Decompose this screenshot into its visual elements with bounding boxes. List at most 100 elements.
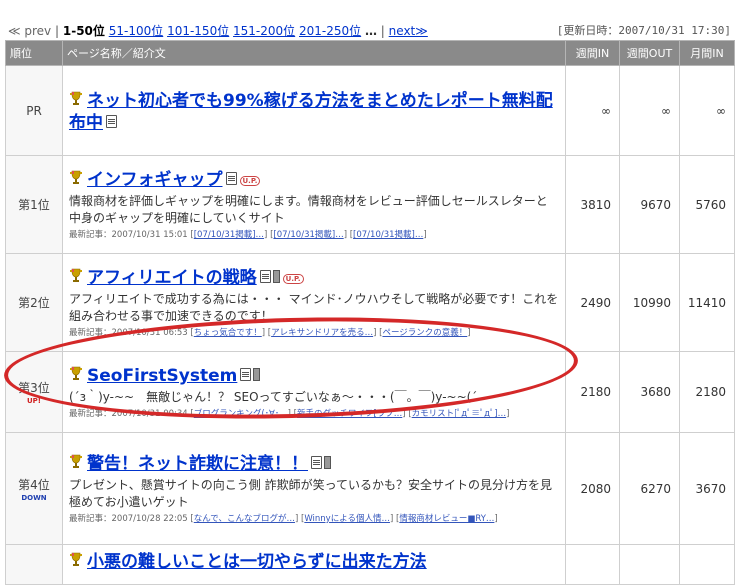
site-title-link[interactable]: 小悪の難しいことは一切やらずに出来た方法: [87, 552, 427, 572]
site-info-cell: SeoFirstSystem (´з｀)y-~~ 無敵じゃん！？ SEOってすご…: [62, 351, 566, 433]
recent-article-link[interactable]: なんで、こんなブログが…: [194, 514, 295, 524]
month-in-cell: 2180: [679, 351, 735, 433]
site-info-cell: ネット初心者でも99%稼げる方法をまとめたレポート無料配布中: [62, 65, 566, 156]
recent-article-link[interactable]: 新手のダッチワイフ[ラブ…: [297, 409, 402, 419]
site-description: 情報商材を評価しギャップを明確にします。情報商材をレビュー評価しセールスレターと…: [69, 194, 548, 225]
site-description: アフィリエイトで成功する為には・・・ マインド･ノウハウそして戦略が必要です！こ…: [69, 292, 559, 323]
page-link-51-100[interactable]: 51-100位: [109, 24, 164, 38]
table-row: 第4位 DOWN 警告！ネット詐欺に注意！！ プレゼント、懸賞サイトの向こう側 …: [5, 432, 735, 545]
mobile-icon: [324, 456, 331, 469]
rank-label: 第4位: [18, 477, 50, 492]
table-row: 小悪の難しいことは一切やらずに出来た方法: [5, 544, 735, 585]
column-header-month-in: 月間IN: [679, 40, 735, 66]
rank-down-icon: DOWN: [21, 493, 47, 502]
table-row: 第1位 インフォギャップ U.P. 情報商材を評価しギャップを明確にします。情報商…: [5, 155, 735, 254]
recent-label: 最新記事：2007/10/31 00:34: [69, 409, 188, 419]
rank-cell: 第2位: [5, 253, 63, 352]
prev-link: ≪ prev: [8, 24, 52, 38]
site-title-link[interactable]: SeoFirstSystem: [87, 366, 237, 386]
month-in-cell: 3670: [679, 432, 735, 545]
week-out-cell: 3680: [619, 351, 680, 433]
month-in-cell: [679, 544, 735, 585]
rank-label: 第3位: [18, 381, 50, 395]
trophy-icon: [70, 268, 82, 282]
site-title-link[interactable]: ネット初心者でも99%稼げる方法をまとめたレポート無料配布中: [69, 91, 553, 133]
column-header-week-in: 週間IN: [565, 40, 620, 66]
site-info-cell: 小悪の難しいことは一切やらずに出来た方法: [62, 544, 566, 585]
column-header-rank: 順位: [5, 40, 63, 66]
recent-label: 最新記事：2007/10/31 15:01: [69, 230, 188, 240]
site-title: 小悪の難しいことは一切やらずに出来た方法: [69, 551, 559, 573]
page-link-151-200[interactable]: 151-200位: [233, 24, 295, 38]
week-in-cell: [565, 544, 620, 585]
rank-cell: 第1位: [5, 155, 63, 254]
week-in-cell: 2180: [565, 351, 620, 433]
pager-ellipsis: …: [364, 24, 377, 38]
mobile-icon: [253, 368, 261, 381]
table-row: PR ネット初心者でも99%稼げる方法をまとめたレポート無料配布中 ∞ ∞ ∞: [5, 65, 735, 156]
recent-article-link[interactable]: ちょっ気合です！: [194, 328, 262, 338]
rank-cell: 第4位 DOWN: [5, 432, 63, 545]
week-out-cell: ∞: [619, 65, 680, 156]
week-out-cell: 9670: [619, 155, 680, 254]
site-title: 警告！ネット詐欺に注意！！: [69, 453, 559, 475]
page-link-201-250[interactable]: 201-250位: [299, 24, 361, 38]
detail-icon: [225, 172, 237, 185]
trophy-icon: [70, 454, 82, 468]
site-title-link[interactable]: アフィリエイトの戦略: [87, 268, 257, 288]
pager-separator: |: [54, 24, 60, 38]
last-updated: [更新日時：2007/10/31 17:30]: [556, 24, 731, 37]
recent-articles: 最新記事：2007/10/31 15:01 [[07/10/31掲載]…] [[…: [69, 230, 427, 240]
pagination: ≪ prev | 1-50位 51-100位 101-150位 151-200位…: [8, 22, 428, 39]
pager-separator-2: |: [380, 24, 385, 38]
site-title-link[interactable]: 警告！ネット詐欺に注意！！: [87, 454, 308, 474]
top-bar: ≪ prev | 1-50位 51-100位 101-150位 151-200位…: [0, 0, 739, 40]
site-description: (´з｀)y-~~ 無敵じゃん！？ SEOってすごいなぁ～・・・(￣。￣)y-~…: [69, 390, 478, 404]
site-info-cell: インフォギャップ U.P. 情報商材を評価しギャップを明確にします。情報商材をレビ…: [62, 155, 566, 254]
recent-article-link[interactable]: [07/10/31掲載]…: [194, 230, 264, 240]
detail-icon: [311, 456, 322, 469]
recent-article-link[interactable]: ページランクの意義！: [382, 328, 467, 338]
site-title: SeoFirstSystem: [69, 365, 559, 387]
table-row: 第2位 アフィリエイトの戦略 U.P. アフィリエイトで成功する為には・・・ マイ…: [5, 253, 735, 352]
recent-article-link[interactable]: [07/10/31掲載]…: [273, 230, 343, 240]
week-in-cell: 2490: [565, 253, 620, 352]
page-link-101-150[interactable]: 101-150位: [167, 24, 229, 38]
mobile-icon: [272, 270, 280, 283]
recent-article-link[interactable]: カモリスト[ﾟдﾟ≡ﾟдﾟ]…: [412, 409, 506, 419]
week-out-cell: 10990: [619, 253, 680, 352]
table-row: 第3位 UP! SeoFirstSystem (´з｀)y-~~ 無敵じゃん！？…: [5, 351, 735, 433]
rank-up-icon: UP!: [26, 397, 41, 405]
recent-article-link[interactable]: [07/10/31掲載]…: [353, 230, 423, 240]
next-link[interactable]: next≫: [389, 24, 428, 38]
week-in-cell: 3810: [565, 155, 620, 254]
recent-label: 最新記事：2007/10/28 22:05: [69, 514, 188, 524]
column-header-week-out: 週間OUT: [619, 40, 680, 66]
site-title-link[interactable]: インフォギャップ: [87, 170, 223, 190]
recent-article-link[interactable]: Winnyによる個人情…: [304, 514, 390, 524]
recent-article-link[interactable]: ブログランキング(･∀･…: [194, 409, 288, 419]
week-out-cell: 6270: [619, 432, 680, 545]
site-info-cell: 警告！ネット詐欺に注意！！ プレゼント、懸賞サイトの向こう側 詐欺師が笑っている…: [62, 432, 566, 545]
recent-articles: 最新記事：2007/10/31 06:53 [ちょっ気合です！] [アレキサンド…: [69, 328, 471, 338]
detail-icon: [240, 368, 252, 381]
ranking-table: 順位 ページ名称／紹介文 週間IN 週間OUT 月間IN PR ネット初心者でも…: [5, 40, 735, 585]
rank-cell: [5, 544, 63, 585]
recent-label: 最新記事：2007/10/31 06:53: [69, 328, 188, 338]
detail-icon: [106, 114, 117, 128]
week-out-cell: [619, 544, 680, 585]
trophy-icon: [70, 170, 82, 184]
recent-articles: 最新記事：2007/10/28 22:05 [なんで、こんなブログが…] [Wi…: [69, 514, 498, 524]
trophy-icon: [70, 552, 82, 566]
column-header-name: ページ名称／紹介文: [62, 40, 566, 66]
recent-article-link[interactable]: 情報商材レビュー■RY…: [399, 514, 494, 524]
site-title: アフィリエイトの戦略 U.P.: [69, 267, 559, 289]
up-badge: U.P.: [239, 176, 261, 186]
site-info-cell: アフィリエイトの戦略 U.P. アフィリエイトで成功する為には・・・ マインド･ノ…: [62, 253, 566, 352]
current-page: 1-50位: [62, 24, 105, 38]
site-title: インフォギャップ U.P.: [69, 169, 559, 191]
week-in-cell: ∞: [565, 65, 620, 156]
site-description: プレゼント、懸賞サイトの向こう側 詐欺師が笑っているかも？安全サイトの見分け方を…: [69, 478, 552, 509]
week-in-cell: 2080: [565, 432, 620, 545]
recent-article-link[interactable]: アレキサンドリアを売る…: [271, 328, 373, 338]
